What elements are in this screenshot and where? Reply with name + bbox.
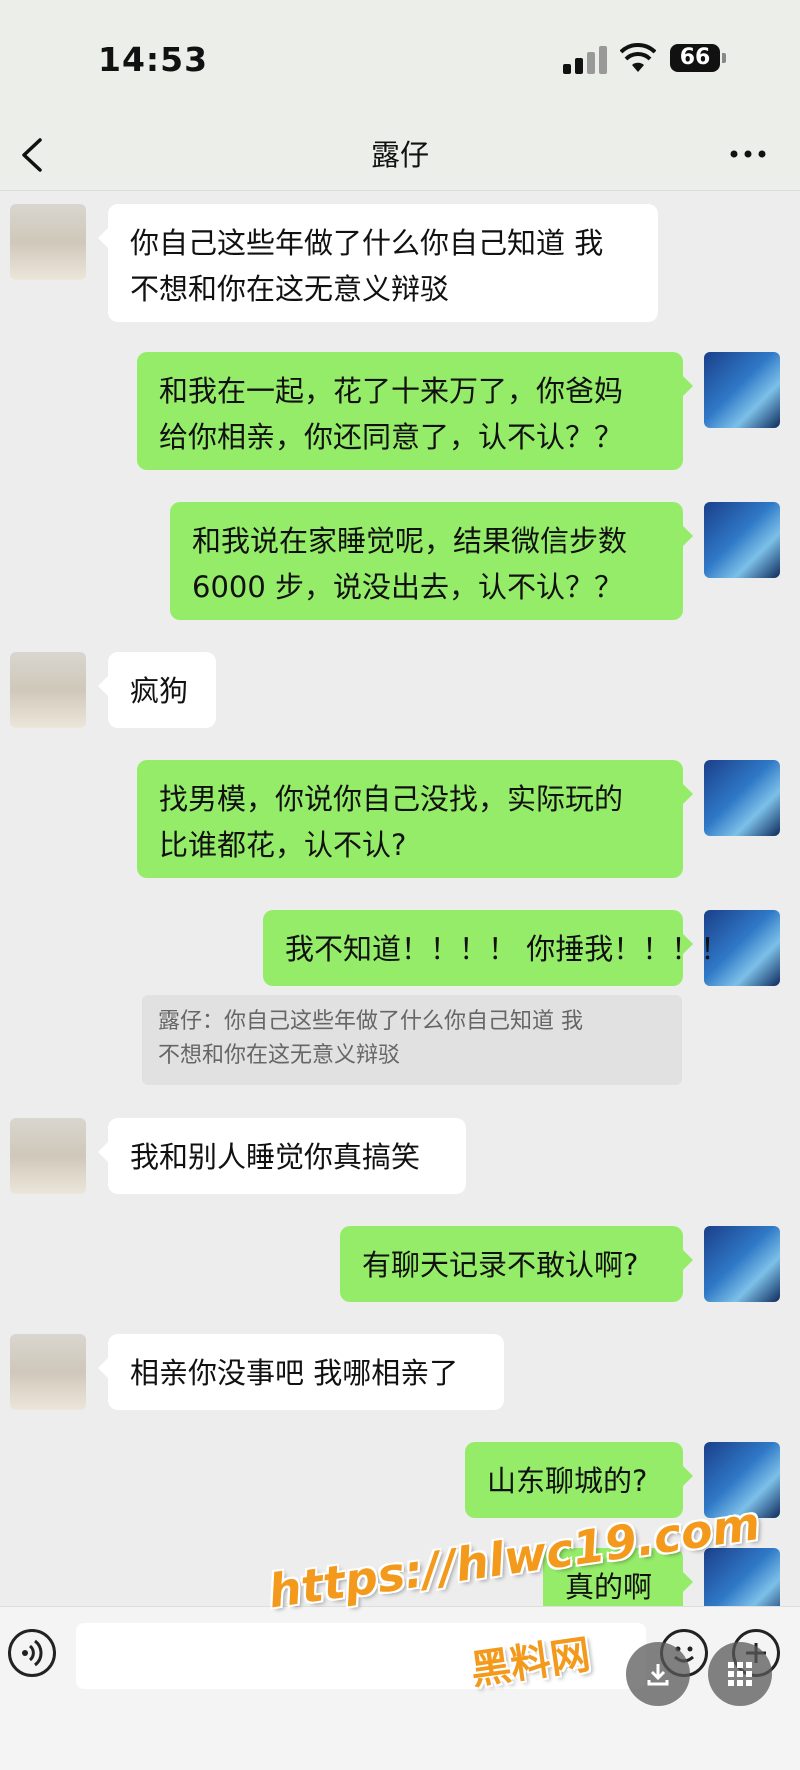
wifi-icon: [620, 42, 656, 72]
contact-avatar[interactable]: [10, 204, 86, 280]
message-line: 找男模，你说你自己没找，实际玩的: [159, 782, 624, 816]
status-time: 14:53: [98, 40, 209, 79]
message-line: 有聊天记录不敢认啊?: [362, 1248, 639, 1282]
grid-menu-button[interactable]: [708, 1642, 772, 1706]
message-line: 6000 步，说没出去，认不认？？: [192, 570, 624, 604]
quote-line: 露仔：你自己这些年做了什么你自己知道 我: [158, 1009, 583, 1034]
my-avatar[interactable]: [704, 502, 780, 578]
download-button[interactable]: [626, 1642, 690, 1706]
cellular-signal-icon: [563, 46, 607, 74]
message-bubble-received[interactable]: 相亲你没事吧 我哪相亲了: [98, 1334, 504, 1410]
message-line: 给你相亲，你还同意了，认不认？？: [159, 420, 624, 454]
message-bubble-received[interactable]: 你自己这些年做了什么你自己知道 我 不想和你在这无意义辩驳: [98, 204, 658, 322]
message-line: 和我在一起，花了十来万了，你爸妈: [159, 374, 624, 408]
message-bubble-sent[interactable]: 找男模，你说你自己没找，实际玩的 比谁都花，认不认?: [137, 760, 693, 878]
message-line: 我和别人睡觉你真搞笑: [130, 1140, 421, 1174]
message-line: 山东聊城的?: [487, 1464, 648, 1498]
my-avatar[interactable]: [704, 760, 780, 836]
message-line: 疯狗: [130, 674, 189, 708]
my-avatar[interactable]: [704, 1226, 780, 1302]
my-avatar[interactable]: [704, 352, 780, 428]
voice-input-icon[interactable]: [8, 1629, 56, 1677]
message-bubble-sent[interactable]: 我不知道！！！！ 你捶我！！！！: [263, 910, 730, 986]
message-line: 不想和你在这无意义辩驳: [130, 272, 450, 306]
message-line: 你自己这些年做了什么你自己知道 我: [130, 226, 604, 260]
message-bubble-received[interactable]: 疯狗: [98, 652, 216, 728]
chat-header: 露仔: [0, 120, 800, 191]
status-bar: 14:53 66: [0, 0, 800, 120]
message-bubble-sent[interactable]: 有聊天记录不敢认啊?: [340, 1226, 693, 1302]
battery-icon: 66: [670, 44, 720, 72]
message-line: 相亲你没事吧 我哪相亲了: [130, 1356, 459, 1390]
message-bubble-sent[interactable]: 和我说在家睡觉呢，结果微信步数 6000 步，说没出去，认不认？？: [170, 502, 693, 620]
contact-avatar[interactable]: [10, 652, 86, 728]
quote-line: 不想和你在这无意义辩驳: [158, 1043, 401, 1068]
contact-avatar[interactable]: [10, 1118, 86, 1194]
contact-avatar[interactable]: [10, 1334, 86, 1410]
message-line: 和我说在家睡觉呢，结果微信步数: [192, 524, 628, 558]
more-options-icon[interactable]: [728, 134, 768, 174]
message-line: 我不知道！！！！ 你捶我！！！！: [285, 932, 730, 966]
message-bubble-sent[interactable]: 和我在一起，花了十来万了，你爸妈 给你相亲，你还同意了，认不认？？: [137, 352, 693, 470]
message-bubble-received[interactable]: 我和别人睡觉你真搞笑: [98, 1118, 466, 1194]
message-bubble-sent[interactable]: 山东聊城的?: [465, 1442, 693, 1518]
battery-cap: [722, 53, 726, 63]
quoted-message[interactable]: 露仔：你自己这些年做了什么你自己知道 我 不想和你在这无意义辩驳: [142, 995, 682, 1085]
chat-title: 露仔: [370, 138, 429, 172]
message-line: 比谁都花，认不认?: [159, 828, 407, 862]
